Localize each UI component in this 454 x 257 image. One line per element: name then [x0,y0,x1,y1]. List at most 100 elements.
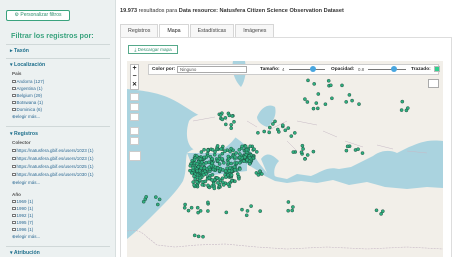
occurrence-point[interactable] [192,174,196,178]
occurrence-point[interactable] [290,208,294,213]
occurrence-point[interactable] [203,179,208,184]
occurrence-point[interactable] [224,210,229,215]
occurrence-point[interactable] [340,83,344,88]
occurrence-point[interactable] [252,147,256,151]
pais-option[interactable]: Dominica (6) [12,107,42,112]
zoom-in-button[interactable]: + [131,65,138,73]
occurrence-point[interactable] [223,149,227,153]
occurrence-point[interactable] [305,153,310,157]
occurrence-point[interactable] [233,168,237,172]
occurrence-point[interactable] [206,148,210,152]
occurrence-point[interactable] [221,183,226,187]
occurrence-point[interactable] [210,178,214,182]
checkbox[interactable] [12,172,16,177]
checkbox[interactable] [12,206,16,211]
checkbox[interactable] [12,107,16,112]
occurrence-point[interactable] [220,157,225,161]
occurrence-point[interactable] [210,161,214,166]
occurrence-point[interactable] [240,207,244,212]
occurrence-point[interactable] [326,78,331,83]
occurrence-point[interactable] [238,167,242,171]
occurrence-point[interactable] [344,148,349,153]
section-atribucion[interactable]: ▾ Atribución [10,250,40,256]
occurrence-point[interactable] [202,155,206,160]
occurrence-map[interactable]: + − ✕ Color por: Ninguno Tamaño: 4 Opaci… [127,61,443,257]
occurrence-point[interactable] [226,154,231,159]
section-taxon[interactable]: ▸ Taxón [10,48,29,54]
occurrence-point[interactable] [228,149,232,154]
occurrence-point[interactable] [238,152,242,156]
occurrence-point[interactable] [249,204,253,208]
occurrence-point[interactable] [360,151,365,155]
ano-option[interactable]: 1992 (1) [12,213,33,218]
occurrence-point[interactable] [280,123,285,127]
ano-option[interactable]: 1995 (7) [12,220,33,225]
tab-registros[interactable]: Registros [120,24,159,37]
occurrence-point[interactable] [144,194,149,199]
occurrence-point[interactable] [224,122,228,127]
occurrence-point[interactable] [292,131,297,135]
occurrence-point[interactable] [192,233,197,238]
checkbox[interactable] [12,148,16,153]
occurrence-point[interactable] [267,125,272,130]
occurrence-point[interactable] [207,165,211,170]
occurrence-point[interactable] [206,183,210,188]
checkbox[interactable] [12,93,16,98]
occurrence-point[interactable] [215,144,220,148]
ano-option[interactable]: 1990 (1) [12,206,33,211]
draw-marker-icon[interactable] [130,113,139,121]
outline-color-swatch[interactable] [434,66,440,72]
edit-layers-icon[interactable] [130,127,139,135]
colector-option[interactable]: https://natusfera.gbif.es/users/1023 (1) [12,148,94,153]
occurrence-point[interactable] [283,128,288,133]
pais-more-link[interactable]: ⊕elegir más... [12,114,40,120]
checkbox[interactable] [12,164,16,169]
occurrence-point[interactable] [201,234,205,239]
pais-option[interactable]: Belgium (29) [12,93,42,98]
checkbox[interactable] [12,86,16,91]
occurrence-point[interactable] [273,119,277,124]
occurrence-point[interactable] [242,159,246,163]
occurrence-point[interactable] [227,113,232,118]
occurrence-point[interactable] [240,144,244,149]
occurrence-point[interactable] [226,160,231,165]
occurrence-point[interactable] [243,144,248,149]
occurrence-point[interactable] [192,157,197,162]
occurrence-point[interactable] [206,200,210,205]
occurrence-point[interactable] [141,199,146,204]
occurrence-point[interactable] [237,161,242,165]
checkbox[interactable] [12,213,16,218]
occurrence-point[interactable] [245,209,250,213]
colector-more-link[interactable]: ⊕elegir más... [12,180,40,186]
layers-icon[interactable] [129,151,141,161]
occurrence-point[interactable] [237,148,242,152]
pais-option[interactable]: Andorra (127) [12,79,44,84]
legend-list-icon[interactable] [428,79,439,88]
occurrence-point[interactable] [248,144,252,149]
occurrence-point[interactable] [230,114,235,118]
occurrence-point[interactable] [183,202,187,207]
occurrence-point[interactable] [405,106,410,110]
occurrence-point[interactable] [347,93,352,97]
occurrence-point[interactable] [206,209,210,213]
occurrence-point[interactable] [301,147,305,151]
occurrence-point[interactable] [380,209,385,213]
occurrence-point[interactable] [157,197,162,202]
occurrence-point[interactable] [289,134,294,138]
checkbox[interactable] [12,220,16,225]
occurrence-point[interactable] [400,99,405,104]
occurrence-point[interactable] [193,177,197,181]
color-by-select[interactable]: Ninguno [177,66,247,73]
occurrence-point[interactable] [399,108,404,112]
occurrence-point[interactable] [215,176,219,180]
occurrence-point[interactable] [259,172,264,176]
occurrence-point[interactable] [191,165,195,170]
section-localizacion[interactable]: ▾ Localización [10,62,45,68]
occurrence-point[interactable] [234,161,239,165]
occurrence-point[interactable] [217,154,222,158]
delete-layers-icon[interactable] [130,137,139,145]
checkbox[interactable] [12,79,16,84]
ano-more-link[interactable]: ⊕elegir más... [12,234,40,240]
occurrence-point[interactable] [275,127,280,132]
occurrence-point[interactable] [218,113,223,117]
